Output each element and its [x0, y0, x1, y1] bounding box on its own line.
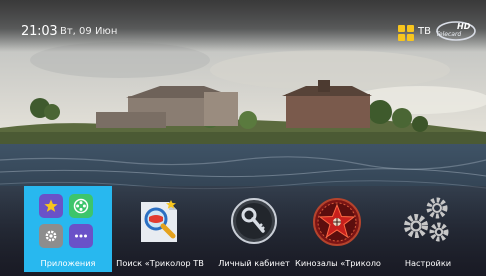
clock-time: 21:03	[21, 24, 58, 39]
apps-grid-icon	[39, 194, 95, 250]
menu-item-settings[interactable]: Настройки	[381, 186, 475, 272]
menu-item-label: Кинозалы «Триколо	[295, 258, 381, 268]
menu-item-cinema[interactable]: Кинозалы «Триколо	[291, 186, 385, 272]
key-icon	[231, 198, 277, 244]
gear-icon	[39, 224, 63, 248]
star-icon	[39, 194, 63, 218]
tv-grid-icon[interactable]	[398, 25, 414, 41]
menu-item-apps[interactable]: Приложения	[24, 186, 112, 272]
gears-icon	[404, 197, 449, 242]
menu-item-personal-account[interactable]: Личный кабинет	[207, 186, 301, 272]
more-dots-icon	[69, 224, 93, 248]
menu-item-label: Приложения	[40, 258, 96, 268]
brand-text: Telecard	[436, 31, 461, 38]
tv-home-screen: 21:03 Вт, 09 Июн ТВ HD Telecard Приложен…	[0, 0, 486, 276]
menu-item-label: Личный кабинет	[218, 258, 290, 268]
cinema-star-icon	[313, 198, 361, 246]
hd-badge-text: HD	[457, 22, 471, 31]
hd-telecard-logo-icon: HD Telecard	[436, 21, 476, 41]
search-magnifier-icon	[141, 200, 177, 242]
film-reel-icon	[69, 194, 93, 218]
menu-item-label: Поиск «Триколор ТВ	[116, 258, 204, 268]
menu-item-search[interactable]: Поиск «Триколор ТВ	[113, 186, 207, 272]
menu-item-label: Настройки	[404, 258, 452, 268]
date-text: Вт, 09 Июн	[60, 26, 118, 37]
